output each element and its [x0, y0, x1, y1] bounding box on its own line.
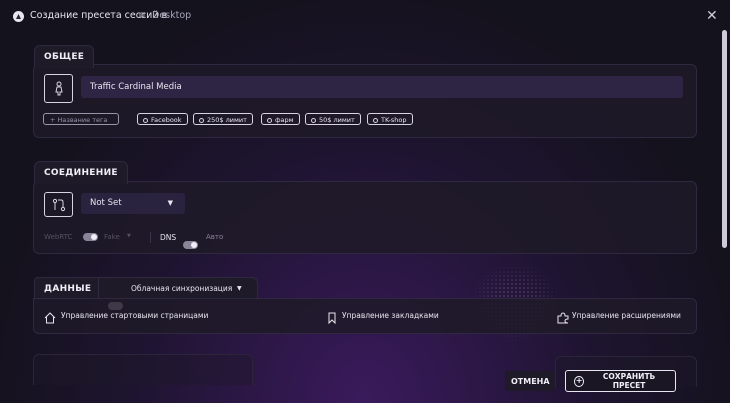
bookmarks-link[interactable]: Управление закладками — [342, 311, 439, 320]
proxy-select[interactable]: Not Set ▼ — [81, 193, 185, 214]
workspace-icon: ⧉ — [139, 11, 146, 21]
puzzle-icon — [557, 309, 569, 328]
dns-toggle[interactable] — [183, 241, 198, 249]
tag-dot-icon — [143, 117, 148, 123]
tag-chip[interactable]: TK-shop — [367, 113, 413, 125]
webrtc-label: WebRTC — [44, 233, 73, 241]
tag-dot-icon — [199, 117, 204, 123]
connection-icon — [52, 198, 65, 211]
caret-down-icon: ▼ — [167, 199, 173, 207]
webrtc-caret-icon: ▼ — [127, 233, 131, 239]
home-icon — [44, 309, 56, 328]
tag-chip[interactable]: 250$ лимит — [193, 113, 253, 125]
tag-chip[interactable]: 50$ лимит — [305, 113, 361, 125]
webrtc-value[interactable]: Fake — [104, 233, 120, 241]
workspace-name[interactable]: Desktop — [152, 10, 191, 21]
app-logo-icon — [13, 11, 24, 22]
save-preset-button[interactable]: + СОХРАНИТЬ ПРЕСЕТ — [565, 370, 676, 392]
tag-dot-icon — [373, 117, 378, 123]
dns-label: DNS — [160, 233, 177, 242]
data-tab: ДАННЫЕ — [34, 277, 102, 300]
general-tab: ОБЩЕЕ — [34, 45, 95, 68]
add-tag-input[interactable]: + Название тега — [43, 113, 119, 125]
dns-value: Авто — [206, 233, 224, 241]
tag-chip[interactable]: Facebook — [137, 113, 188, 125]
tag-dot-icon — [267, 117, 272, 123]
cancel-button[interactable]: ОТМЕНА — [505, 371, 555, 391]
avatar-upload-button[interactable] — [44, 74, 73, 103]
person-icon — [54, 81, 63, 96]
bookmark-icon — [327, 309, 337, 328]
connection-tab: СОЕДИНЕНИЕ — [34, 161, 128, 184]
start-pages-link[interactable]: Управление стартовыми страницами — [61, 311, 208, 320]
extensions-link[interactable]: Управление расширениями — [572, 311, 681, 320]
tag-chip[interactable]: фарм — [261, 113, 300, 125]
divider — [150, 232, 151, 243]
title-bar: Создание пресета сессий в ⧉ Desktop ✕ — [0, 0, 730, 32]
sync-caret-icon[interactable]: ▼ — [237, 285, 242, 292]
plus-circle-icon: + — [574, 375, 585, 387]
proxy-connection-button[interactable] — [44, 192, 73, 217]
cloud-sync-label[interactable]: Облачная синхронизация — [131, 284, 232, 293]
webrtc-toggle[interactable] — [83, 233, 98, 241]
scrollbar[interactable] — [722, 30, 727, 248]
tag-dot-icon — [311, 117, 316, 123]
next-section-tab — [33, 354, 253, 385]
connection-section — [33, 181, 697, 254]
preset-name-input[interactable] — [81, 76, 683, 98]
close-button[interactable]: ✕ — [706, 8, 718, 24]
